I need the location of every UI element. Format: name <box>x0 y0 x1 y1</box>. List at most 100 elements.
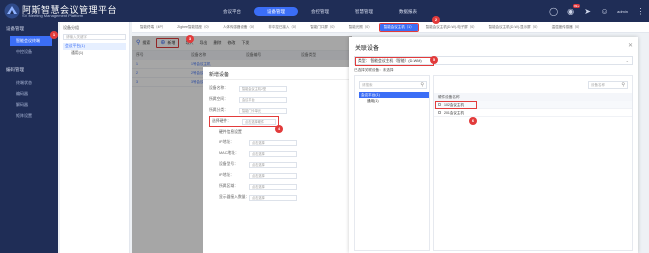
header-actions: ◯ ◉ 99+ ➤ ☺ admin ⋮ <box>549 0 645 22</box>
associate-device-modal: 关联设备 ✕ 类型： 智能会议主机（智能）(D-WM) ⌄ 已选择关联设备：未选… <box>349 37 638 253</box>
close-icon[interactable]: ✕ <box>628 42 633 49</box>
form-row-mac: MAC地址： 点击选择 <box>209 148 347 159</box>
form-row-area: 所属区域： 点击选择 <box>209 181 347 192</box>
device-type-select[interactable]: 类型： 智能会议主机（智能）(D-WM) ⌄ <box>354 56 633 66</box>
selected-devices-label: 已选择关联设备：未选择 <box>354 68 394 72</box>
field-label: 所属分类： <box>209 108 228 112</box>
sidebar-item-matrix[interactable]: 矩阵设置 <box>0 110 58 121</box>
username[interactable]: admin <box>617 9 628 14</box>
tab-smart-meeting-host[interactable]: 智能会议主机（1） <box>378 22 419 32</box>
top-header: 阿斯智慧会议管理平台 SV Meeting Management Platfor… <box>0 0 649 22</box>
space-field[interactable]: 会议平台 <box>239 96 287 103</box>
more-icon[interactable]: ⋮ <box>636 7 645 16</box>
field-label: 显示器接入数量： <box>219 195 250 199</box>
sidebar-group-encoding[interactable]: 编码管理 <box>0 63 58 77</box>
tab-device-type[interactable]: 非中控已接入（0） <box>264 24 302 31</box>
search-placeholder: 设备名称 <box>591 83 605 87</box>
field-label: 所属区域： <box>219 184 238 188</box>
sidebar-item-decoder[interactable]: 解码器 <box>0 99 58 110</box>
send-icon[interactable]: ➤ <box>583 7 592 16</box>
form-row-display-count: 显示器接入数量： 点击选择 <box>209 192 347 203</box>
form-row-category: 所属分类： 智能门卡单元 <box>209 105 347 116</box>
nav-item-control[interactable]: 会控管理 <box>298 7 342 16</box>
device-name-field[interactable]: 智能会议主机2型 <box>239 85 287 92</box>
field-label: IP地址： <box>219 173 234 177</box>
area-field[interactable]: 点击选择 <box>249 183 297 190</box>
search-placeholder: 请搜索 <box>362 83 373 87</box>
left-sidebar: 设备管理 智能会议终端 中控设备 编码管理 终端状态 编码器 解码器 矩阵设置 <box>0 22 58 253</box>
step-badge: 3 <box>186 35 194 43</box>
search-icon: ⚲ <box>420 82 424 88</box>
display-count-field[interactable]: 点击选择 <box>249 194 297 201</box>
tab-device-type[interactable]: 温湿度传感器（0） <box>548 24 586 31</box>
platform-subtitle: SV Meeting Management Platform <box>22 13 84 18</box>
lightbulb-icon[interactable]: ◯ <box>549 7 558 16</box>
sidebar-item-encoder[interactable]: 编码器 <box>0 88 58 99</box>
tab-device-type[interactable]: 智能会议主机(D-W)-显示屏（0） <box>485 24 544 31</box>
field-label: 设备名称： <box>209 86 228 90</box>
field-label: IP地址： <box>219 140 234 144</box>
tree-search-input[interactable]: 请输入关键字 <box>63 34 126 40</box>
tree-node-general[interactable]: 通用(1) <box>359 98 429 104</box>
device-name-search-input[interactable]: 设备名称 ⚲ <box>588 81 628 89</box>
tree-node-general[interactable]: 通用(1) <box>63 50 126 57</box>
bell-icon[interactable]: ◉ 99+ <box>566 3 581 16</box>
top-nav: 会议平台 设备管理 会控管理 智慧管理 数据报表 <box>210 0 430 22</box>
checkbox[interactable] <box>438 111 441 114</box>
step-badge: 4 <box>275 125 283 133</box>
field-label: MAC地址： <box>219 151 239 155</box>
nav-item-device-management[interactable]: 设备管理 <box>254 6 298 16</box>
step-badge: 1 <box>50 31 58 39</box>
form-row-space: 所属空间： 会议平台 <box>209 94 347 105</box>
tab-device-type[interactable]: Zigbee智能插座（0） <box>173 24 215 31</box>
mac-field[interactable]: 点击选择 <box>249 150 297 157</box>
ip-field[interactable]: 点击选择 <box>249 139 297 146</box>
field-label: 选择硬件： <box>212 119 231 123</box>
tree-search-input[interactable]: 请搜索 ⚲ <box>359 81 427 89</box>
chevron-down-icon: ⌄ <box>625 58 629 63</box>
tab-device-type[interactable]: 智能光照（0） <box>345 24 376 31</box>
tab-device-type[interactable]: 人体传感器设备（0） <box>219 24 260 31</box>
tab-device-type[interactable]: 智能门口屏（0） <box>306 24 340 31</box>
new-device-modal: 新增设备 设备名称： 智能会议主机2型 所属空间： 会议平台 所属分类： 智能门… <box>203 67 353 253</box>
new-device-title: 新增设备 <box>203 67 353 80</box>
sidebar-item-terminal-status[interactable]: 终端状态 <box>0 77 58 88</box>
form-row-select-hardware: 选择硬件： 点击选择硬件 <box>209 116 279 127</box>
hardware-list-panel: 设备名称 ⚲ 硬件设备名称 102会议主机 201会议主机 <box>433 75 633 251</box>
nav-item-smart[interactable]: 智慧管理 <box>342 7 386 16</box>
field-label: 设备型号： <box>219 162 238 166</box>
model-field[interactable]: 点击选择 <box>249 161 297 168</box>
tab-device-type[interactable]: 智能会议主机(D-W)-电子屏（0） <box>422 24 481 31</box>
device-type-value: 类型： 智能会议主机（智能）(D-WM) <box>355 57 434 66</box>
tree-title: 设备分组 <box>63 25 79 30</box>
nav-item-reports[interactable]: 数据报表 <box>386 7 430 16</box>
nav-item-meeting-platform[interactable]: 会议平台 <box>210 7 254 16</box>
tree-node-platform[interactable]: 会议平台(1) <box>63 43 126 50</box>
device-group-tree: 设备分组 请输入关键字 会议平台(1) 通用(1) <box>60 22 130 253</box>
hardware-name: 201会议主机 <box>444 110 464 115</box>
list-item[interactable]: 201会议主机 <box>434 109 632 117</box>
form-row-model: 设备型号： 点击选择 <box>209 159 347 170</box>
space-tree-panel: 请搜索 ⚲ 会议平台(1) 通用(1) <box>354 75 430 251</box>
platform-logo <box>4 3 20 19</box>
space-tree: 会议平台(1) 通用(1) <box>359 92 429 104</box>
tab-device-type[interactable]: 智能终端（4P） <box>136 24 169 31</box>
step-badge: 6 <box>469 117 477 125</box>
new-device-form: 设备名称： 智能会议主机2型 所属空间： 会议平台 所属分类： 智能门卡单元 选… <box>203 80 353 206</box>
device-type-tabs: 智能终端（4P） Zigbee智能插座（0） 人体传感器设备（0） 非中控已接入… <box>132 22 649 33</box>
notification-badge: 99+ <box>573 3 581 8</box>
ip-field[interactable]: 点击选择 <box>249 172 297 179</box>
sidebar-item-smart-terminal[interactable]: 智能会议终端 <box>10 36 52 46</box>
category-field[interactable]: 智能门卡单元 <box>239 107 287 114</box>
step-badge: 5 <box>430 56 438 64</box>
user-icon[interactable]: ☺ <box>600 7 609 16</box>
form-row-ip2: IP地址： 点击选择 <box>209 170 347 181</box>
select-hardware-field[interactable]: 点击选择硬件 <box>242 118 276 125</box>
search-icon: ⚲ <box>621 82 625 88</box>
form-row-ip: IP地址： 点击选择 <box>209 137 347 148</box>
sidebar-item-central-control[interactable]: 中控设备 <box>0 46 58 57</box>
associate-device-title: 关联设备 <box>355 46 380 52</box>
field-label: 所属空间： <box>209 97 228 101</box>
form-row-device-name: 设备名称： 智能会议主机2型 <box>209 83 347 94</box>
step-badge: 2 <box>432 16 440 24</box>
